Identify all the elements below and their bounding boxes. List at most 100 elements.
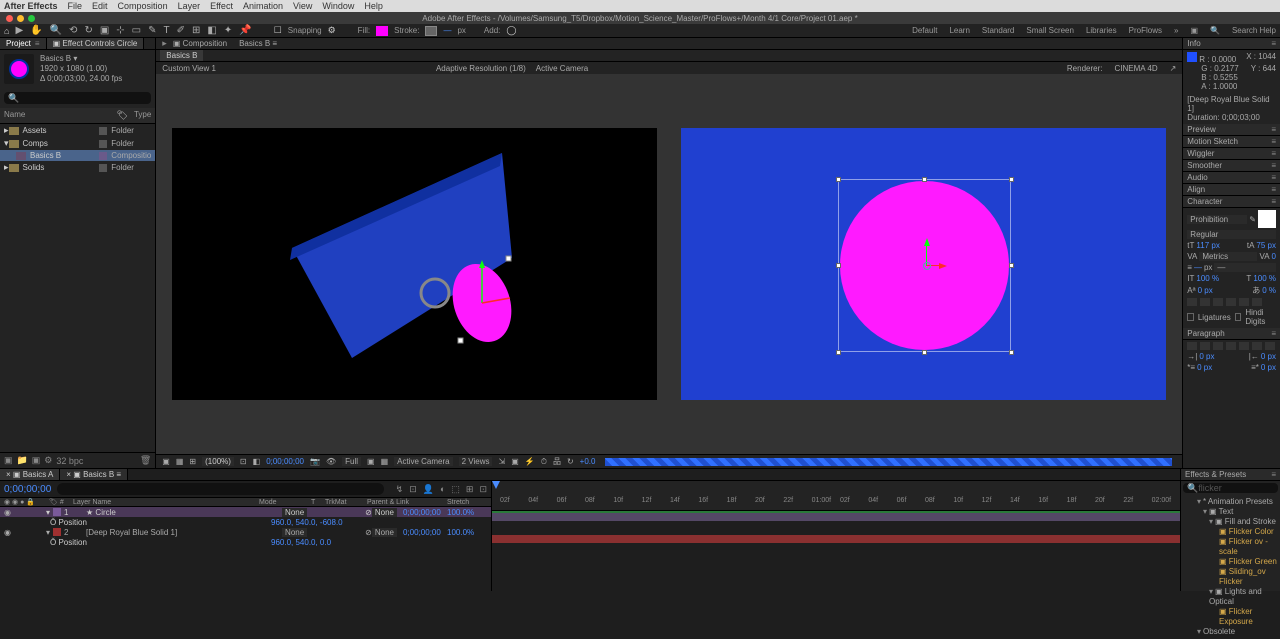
layer-row-circle[interactable]: ◉ ▾ 1 ★ Circle None ⊘None 0;00;00;00 100… (0, 507, 491, 517)
camera-label[interactable]: Active Camera (536, 64, 588, 73)
transp-icon[interactable]: ▦ (381, 457, 389, 466)
timecode[interactable]: 0;00;00;00 (4, 484, 51, 495)
zoom-select[interactable]: (100%) (202, 457, 234, 466)
zoom-tool-icon[interactable]: 🔍 (50, 25, 62, 36)
close-icon[interactable] (6, 15, 13, 22)
eraser-tool-icon[interactable]: ◧ (207, 25, 216, 36)
fx-cat-text[interactable]: ▾▣ Text (1183, 507, 1278, 517)
leading[interactable]: 75 px (1256, 241, 1276, 250)
char-fill-swatch[interactable] (1258, 210, 1276, 228)
exposure-value[interactable]: +0.0 (580, 457, 596, 466)
project-row-basics-b[interactable]: Basics B Compositio (0, 150, 155, 161)
brush-tool-icon[interactable]: ✐ (177, 25, 185, 36)
tab-project[interactable]: Project≡ (0, 38, 47, 49)
camera-select[interactable]: Active Camera (394, 457, 452, 466)
tl-render-icon[interactable]: ⊡ (479, 484, 487, 495)
hand-tool-icon[interactable]: ✋ (30, 25, 42, 36)
menu-edit[interactable]: Edit (92, 1, 108, 11)
viewer-3d[interactable] (172, 128, 657, 400)
minimize-icon[interactable] (17, 15, 24, 22)
renderer-value[interactable]: CINEMA 4D (1114, 64, 1157, 73)
tl-3d-icon[interactable]: ⬚ (451, 484, 460, 495)
prop-position-circle[interactable]: Ŏ Position 960.0, 540.0, -608.0 (0, 517, 491, 527)
time-ruler[interactable]: 02f04f06f08f10f12f14f16f18f20f22f01:00f0… (492, 481, 1280, 511)
workspace-more-icon[interactable]: » (1174, 26, 1178, 35)
ligatures-checkbox[interactable] (1187, 313, 1194, 321)
snapping-checkbox[interactable]: ☐ (274, 25, 282, 36)
wiggler-header[interactable]: Wiggler≡ (1183, 148, 1280, 160)
trash-icon[interactable]: 🗑 (140, 455, 151, 466)
rotate-tool-icon[interactable]: ↻ (84, 25, 92, 36)
font-size[interactable]: 117 px (1196, 241, 1219, 250)
pen-tool-icon[interactable]: ✎ (148, 25, 156, 36)
tsume[interactable]: 0 % (1262, 286, 1276, 295)
puppet-tool-icon[interactable]: 📌 (239, 25, 251, 36)
character-header[interactable]: Character≡ (1183, 196, 1280, 208)
workspace-default[interactable]: Default (912, 26, 937, 35)
workspace-learn[interactable]: Learn (949, 26, 969, 35)
sub-button[interactable] (1252, 298, 1262, 306)
shape-tool-icon[interactable]: ▭ (132, 25, 141, 36)
menu-help[interactable]: Help (364, 1, 383, 11)
camera-tool-icon[interactable]: ▣ (100, 25, 109, 36)
fill-swatch[interactable] (376, 26, 388, 36)
timeline-search[interactable] (57, 483, 383, 495)
mode-select[interactable]: None (282, 528, 307, 537)
font-select[interactable]: Prohibition (1187, 215, 1247, 224)
workspace-small[interactable]: Small Screen (1026, 26, 1074, 35)
align-center-button[interactable] (1200, 342, 1210, 350)
italic-button[interactable] (1200, 298, 1210, 306)
bold-button[interactable] (1187, 298, 1197, 306)
roto-tool-icon[interactable]: ✦ (224, 25, 232, 36)
menu-composition[interactable]: Composition (118, 1, 168, 11)
stroke-width[interactable]: — (1194, 263, 1202, 272)
handle-icon[interactable] (1009, 263, 1014, 268)
exposure-reset-icon[interactable]: ↻ (567, 457, 574, 466)
mask-icon[interactable]: ◧ (253, 457, 261, 466)
eyedropper-icon[interactable]: ✎ (1249, 215, 1256, 224)
share-icon[interactable]: ⇲ (498, 457, 505, 466)
snapping-opts-icon[interactable]: ⚙ (328, 25, 336, 36)
grid-icon[interactable]: ⊞ (189, 457, 196, 466)
tl-tab-a[interactable]: × ▣ Basics A (0, 469, 60, 480)
bpc-label[interactable]: 32 bpc (56, 456, 83, 466)
type-tool-icon[interactable]: T (164, 25, 170, 36)
search-icon[interactable]: 🔍 (1210, 26, 1220, 35)
mag-icon[interactable]: ▣ (162, 457, 170, 466)
workspace-proflows[interactable]: ProFlows (1129, 26, 1162, 35)
project-row-comps[interactable]: ▾ Comps Folder (0, 137, 155, 150)
col-name[interactable]: Name (4, 110, 117, 121)
comp-options-icon[interactable]: ↗ (1170, 64, 1177, 73)
show-snapshot-icon[interactable]: 👁 (326, 457, 336, 466)
safe-zones-icon[interactable]: ⊡ (240, 457, 247, 466)
pixel-aspect-icon[interactable]: ▣ (511, 457, 519, 466)
weight-select[interactable]: Regular (1187, 230, 1276, 239)
handle-icon[interactable] (1009, 177, 1014, 182)
layer-row-solid[interactable]: ◉ ▾ 2 [Deep Royal Blue Solid 1] None ⊘No… (0, 527, 491, 537)
menu-window[interactable]: Window (322, 1, 354, 11)
parent-select[interactable]: None (372, 508, 397, 517)
viewer-front[interactable] (681, 128, 1166, 400)
menu-layer[interactable]: Layer (178, 1, 201, 11)
fx-item-flicker-color[interactable]: ▣ Flicker Color (1183, 527, 1278, 537)
hindi-checkbox[interactable] (1235, 313, 1242, 321)
fx-search[interactable]: 🔍 flicker (1183, 483, 1278, 493)
fx-item-flicker-scale[interactable]: ▣ Flicker ov - scale (1183, 537, 1278, 557)
home-icon[interactable]: ⌂ (4, 26, 9, 36)
menu-effect[interactable]: Effect (210, 1, 233, 11)
sync-icon[interactable]: ▣ (1190, 26, 1198, 35)
clone-tool-icon[interactable]: ⊞ (192, 25, 200, 36)
tl-opt1-icon[interactable]: ↯ (396, 484, 404, 495)
justify-center-button[interactable] (1239, 342, 1249, 350)
fx-cat-lights[interactable]: ▾▣ Lights and Optical (1183, 587, 1278, 607)
align-header[interactable]: Align≡ (1183, 184, 1280, 196)
prop-position-solid[interactable]: Ŏ Position 960.0, 540.0, 0.0 (0, 537, 491, 547)
workspace-libraries[interactable]: Libraries (1086, 26, 1117, 35)
flowchart-icon[interactable]: 品 (553, 456, 561, 467)
menu-animation[interactable]: Animation (243, 1, 283, 11)
workspace-standard[interactable]: Standard (982, 26, 1014, 35)
parent-select[interactable]: None (372, 528, 397, 537)
tl-blur-icon[interactable]: ◐ (440, 484, 445, 494)
audio-header[interactable]: Audio≡ (1183, 172, 1280, 184)
anchor-tool-icon[interactable]: ⊹ (116, 25, 124, 36)
